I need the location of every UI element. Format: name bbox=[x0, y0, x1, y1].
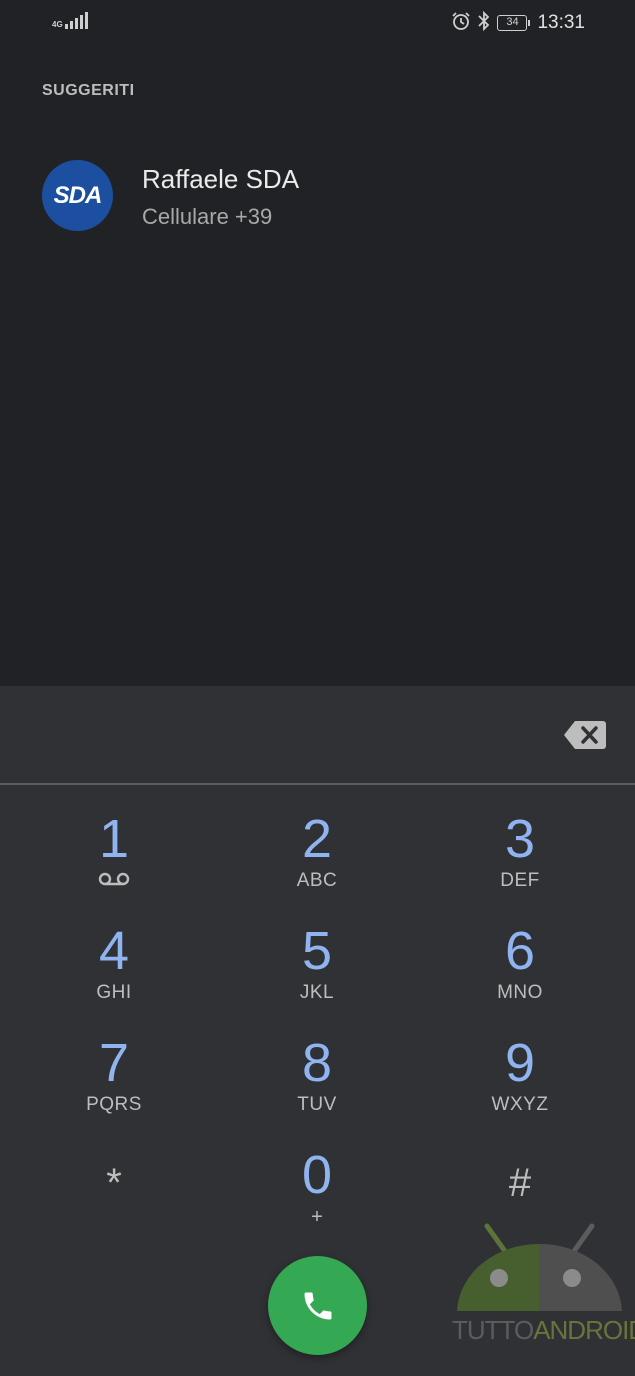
key-0[interactable]: 0 + bbox=[237, 1146, 397, 1246]
key-digit: 1 bbox=[98, 809, 130, 869]
key-9[interactable]: 9 WXYZ bbox=[440, 1034, 600, 1134]
key-letters: + bbox=[311, 1206, 323, 1228]
avatar-logo-text: SDA bbox=[53, 181, 103, 209]
watermark-logo: TUTTOANDROID bbox=[452, 1216, 635, 1346]
contact-detail: Cellulare +39 bbox=[142, 204, 273, 229]
key-digit: 8 bbox=[301, 1033, 333, 1093]
call-button[interactable] bbox=[268, 1256, 367, 1355]
clock: 13:31 bbox=[537, 12, 585, 33]
battery-icon: 34 bbox=[497, 15, 531, 31]
key-digit: 6 bbox=[504, 921, 536, 981]
key-letters: WXYZ bbox=[491, 1094, 549, 1115]
signal-indicator: 4G bbox=[52, 12, 88, 29]
key-1[interactable]: 1 bbox=[34, 810, 194, 910]
key-star[interactable]: * bbox=[34, 1154, 194, 1254]
bluetooth-icon bbox=[477, 10, 491, 35]
voicemail-icon bbox=[98, 872, 130, 886]
key-4[interactable]: 4 GHI bbox=[34, 922, 194, 1022]
divider bbox=[0, 783, 635, 785]
key-digit: 9 bbox=[504, 1033, 536, 1093]
key-5[interactable]: 5 JKL bbox=[237, 922, 397, 1022]
alarm-icon bbox=[451, 11, 471, 35]
android-icon bbox=[457, 1223, 622, 1311]
key-letters: GHI bbox=[96, 982, 132, 1003]
backspace-icon[interactable] bbox=[563, 719, 607, 751]
key-digit: 4 bbox=[98, 921, 130, 981]
number-input[interactable] bbox=[0, 686, 635, 784]
key-letters: MNO bbox=[497, 982, 543, 1003]
key-3[interactable]: 3 DEF bbox=[440, 810, 600, 910]
suggestion-item[interactable]: SDA Raffaele SDA Cellulare +39 bbox=[0, 150, 635, 240]
dialpad: 1 2 ABC 3 DEF 4 GHI 5 JKL 6 MNO 7 PQRS 8… bbox=[0, 686, 635, 1376]
key-2[interactable]: 2 ABC bbox=[237, 810, 397, 910]
key-symbol: * bbox=[106, 1161, 122, 1205]
avatar: SDA bbox=[42, 160, 113, 231]
key-6[interactable]: 6 MNO bbox=[440, 922, 600, 1022]
key-digit: 3 bbox=[504, 809, 536, 869]
network-type: 4G bbox=[52, 20, 63, 29]
phone-icon bbox=[304, 1292, 331, 1319]
watermark-text: TUTTO bbox=[452, 1315, 534, 1345]
key-digit: 7 bbox=[98, 1033, 130, 1093]
watermark-text: ANDROID bbox=[533, 1315, 635, 1345]
key-letters: ABC bbox=[296, 870, 338, 891]
section-title: SUGGERITI bbox=[42, 82, 135, 99]
key-letters: JKL bbox=[299, 982, 335, 1003]
signal-icon bbox=[64, 12, 88, 29]
key-digit: 5 bbox=[301, 921, 333, 981]
key-7[interactable]: 7 PQRS bbox=[34, 1034, 194, 1134]
key-digit: 0 bbox=[301, 1145, 333, 1205]
key-letters: DEF bbox=[500, 870, 540, 891]
status-bar: 4G 34 13:31 bbox=[0, 0, 635, 48]
key-letters: PQRS bbox=[86, 1094, 142, 1115]
key-letters: TUV bbox=[297, 1094, 337, 1115]
key-8[interactable]: 8 TUV bbox=[237, 1034, 397, 1134]
contact-name: Raffaele SDA bbox=[142, 164, 300, 194]
key-symbol: # bbox=[508, 1161, 532, 1205]
key-digit: 2 bbox=[301, 809, 333, 869]
